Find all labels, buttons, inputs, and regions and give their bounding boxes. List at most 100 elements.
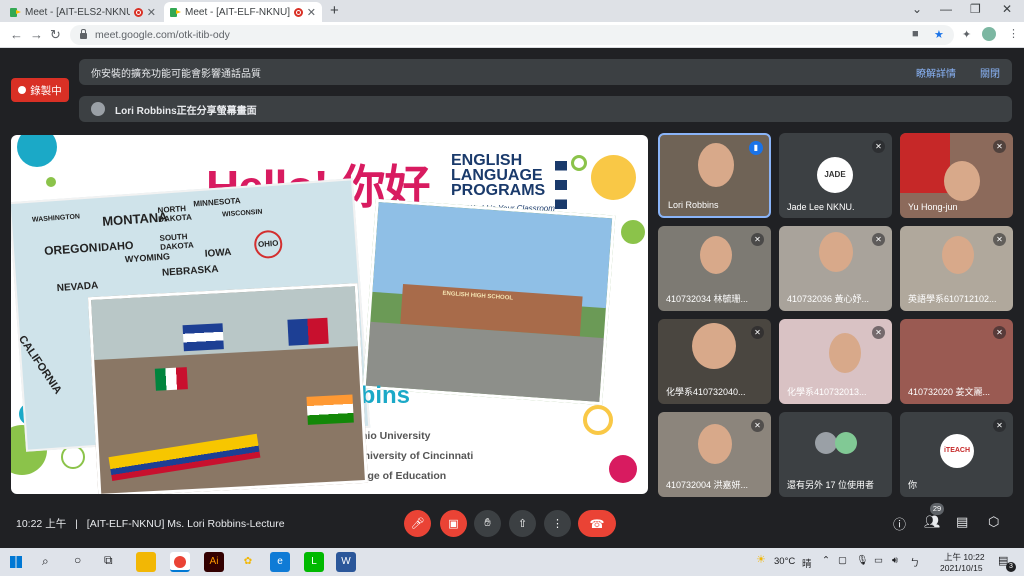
mic-muted-icon: ✕ xyxy=(872,326,885,339)
tray-date[interactable]: 2021/10/15 xyxy=(940,563,983,573)
activities-icon[interactable]: ⬡ xyxy=(988,514,999,530)
browser-tab-1[interactable]: Meet - [AIT-ELS2-NKNU] D ✕ xyxy=(4,2,162,22)
participant-tile[interactable]: ✕ 化學系410732013... xyxy=(779,319,892,404)
participant-count-badge: 29 xyxy=(930,503,944,515)
presenting-text: Lori Robbins正在分享螢幕畫面 xyxy=(115,105,257,117)
chat-icon[interactable]: ▤ xyxy=(956,514,968,530)
banner-text: 你安裝的擴充功能可能會影響通話品質 xyxy=(91,68,261,80)
present-screen-button[interactable]: ⇧ xyxy=(509,510,536,537)
microphone-off-button[interactable]: 🎤︎ xyxy=(404,510,431,537)
map-state-label: CALIFORNIA xyxy=(15,333,64,397)
participant-tile[interactable]: ✕ Yu Hong-jun xyxy=(900,133,1013,218)
windows-start-icon[interactable] xyxy=(10,556,22,568)
browser-tab-2[interactable]: Meet - [AIT-ELF-NKNU] Ms ✕ xyxy=(164,2,322,22)
extensions-icon[interactable]: ✦ xyxy=(962,28,971,41)
volume-icon[interactable]: 🔊︎ xyxy=(892,555,898,566)
leave-call-button[interactable]: ☎︎ xyxy=(578,510,616,537)
participant-video xyxy=(829,333,861,373)
mic-muted-icon: ✕ xyxy=(872,233,885,246)
bookmark-star-icon[interactable]: ★ xyxy=(934,28,944,41)
participant-tile[interactable]: ✕ 英語學系610712102... xyxy=(900,226,1013,311)
chrome-icon[interactable] xyxy=(170,552,190,572)
back-arrow-icon[interactable]: ← xyxy=(10,27,23,42)
reload-icon[interactable]: ↻ xyxy=(50,27,61,43)
close-banner-link[interactable]: 關閉 xyxy=(980,65,1000,80)
people-icon[interactable]: 👥︎ xyxy=(924,514,941,530)
line-icon[interactable]: L xyxy=(304,552,324,572)
elp-line: PROGRAMS xyxy=(451,182,546,199)
recording-badge[interactable]: 錄製中 xyxy=(11,78,69,102)
meeting-details-icon[interactable]: ⓘ xyxy=(893,514,906,533)
decor-circle xyxy=(583,405,613,435)
flag-image xyxy=(306,394,354,425)
learn-more-link[interactable]: 瞭解詳情 xyxy=(916,65,956,80)
microphone-tray-icon[interactable]: 🎙︎ xyxy=(856,555,868,566)
network-icon[interactable]: ▭ xyxy=(874,555,883,566)
participant-name: Yu Hong-jun xyxy=(908,202,958,212)
cortana-icon[interactable]: ○ xyxy=(74,553,81,567)
map-state-label: NORTH DAKOTA xyxy=(157,203,193,224)
participant-tile[interactable]: iTEACH ✕ 你 xyxy=(900,412,1013,497)
participant-name: 410732034 林毓珊... xyxy=(666,294,749,304)
app-icon[interactable]: ✿ xyxy=(238,552,258,572)
presenter-avatar xyxy=(91,102,105,116)
meeting-time: 10:22 上午 xyxy=(16,518,67,530)
close-tab-icon[interactable]: ✕ xyxy=(307,6,316,19)
participant-name: 410732004 洪嘉妍... xyxy=(666,480,749,490)
participant-tile[interactable]: ✕ 410732036 黃心妤... xyxy=(779,226,892,311)
weather-icon: ☀︎ xyxy=(756,554,766,566)
camera-in-use-icon[interactable]: ■ xyxy=(912,28,919,40)
mic-muted-icon: ✕ xyxy=(751,419,764,432)
more-options-button[interactable]: ⋮ xyxy=(544,510,571,537)
participant-video xyxy=(944,161,980,201)
tab-title: Meet - [AIT-ELS2-NKNU] D xyxy=(25,6,130,18)
edge-icon[interactable]: e xyxy=(270,552,290,572)
flag-image xyxy=(108,433,261,481)
participant-tile[interactable]: JADE ✕ Jade Lee NKNU. xyxy=(779,133,892,218)
map-state-label: NEBRASKA xyxy=(161,263,219,279)
new-tab-button[interactable]: + xyxy=(330,2,339,19)
address-bar[interactable]: meet.google.com/otk-itib-ody xyxy=(70,25,954,45)
file-explorer-icon[interactable] xyxy=(136,552,156,572)
tray-time[interactable]: 上午 10:22 xyxy=(944,551,985,563)
participant-name: 化學系410732040... xyxy=(666,387,746,397)
participant-avatar xyxy=(815,432,837,454)
map-state-label: WISCONSIN xyxy=(221,208,263,219)
participant-video xyxy=(698,424,732,464)
mic-muted-icon: ✕ xyxy=(993,233,1006,246)
lock-icon xyxy=(80,29,87,39)
close-tab-icon[interactable]: ✕ xyxy=(147,6,156,19)
close-window-button[interactable]: ✕ xyxy=(1002,2,1012,16)
participant-video xyxy=(692,323,736,369)
weather-temp[interactable]: 30°C xyxy=(774,556,795,567)
minimize-button[interactable]: — xyxy=(940,2,952,16)
participant-name: 英語學系610712102... xyxy=(908,294,997,304)
tab-search-icon[interactable]: ⌄ xyxy=(912,2,922,16)
illustrator-icon[interactable]: Ai xyxy=(204,552,224,572)
participant-tile[interactable]: ▮ Lori Robbins xyxy=(658,133,771,218)
raise-hand-button[interactable]: ✋︎ xyxy=(474,510,501,537)
mic-muted-icon: ✕ xyxy=(751,326,764,339)
word-icon[interactable]: W xyxy=(336,552,356,572)
input-method-icon[interactable]: ㄅ xyxy=(910,555,920,569)
participant-tile[interactable]: ✕ 410732004 洪嘉妍... xyxy=(658,412,771,497)
separator: | xyxy=(75,518,78,530)
browser-menu-icon[interactable]: ⋮ xyxy=(1008,27,1019,40)
tray-overflow-icon[interactable]: ⌃ xyxy=(822,555,830,566)
system-tray-icon[interactable]: ▢ xyxy=(838,555,847,566)
participant-tile[interactable]: ✕ 410732020 姜文麗... xyxy=(900,319,1013,404)
flag-image xyxy=(287,317,329,346)
map-state-label: SOUTH DAKOTA xyxy=(159,231,195,252)
participant-tile[interactable]: 還有另外 17 位使用者 xyxy=(779,412,892,497)
participant-tile[interactable]: ✕ 410732034 林毓珊... xyxy=(658,226,771,311)
meeting-title: [AIT-ELF-NKNU] Ms. Lori Robbins-Lecture xyxy=(86,518,285,530)
search-icon[interactable]: ⌕ xyxy=(42,554,49,569)
recording-indicator-icon xyxy=(293,7,303,17)
profile-avatar[interactable] xyxy=(982,27,996,41)
mic-muted-icon: ✕ xyxy=(993,326,1006,339)
forward-arrow-icon[interactable]: → xyxy=(30,27,43,42)
task-view-icon[interactable]: ⧉ xyxy=(104,553,113,568)
participant-tile[interactable]: ✕ 化學系410732040... xyxy=(658,319,771,404)
camera-off-button[interactable]: ▣ xyxy=(440,510,467,537)
maximize-button[interactable]: ❐ xyxy=(970,2,981,16)
